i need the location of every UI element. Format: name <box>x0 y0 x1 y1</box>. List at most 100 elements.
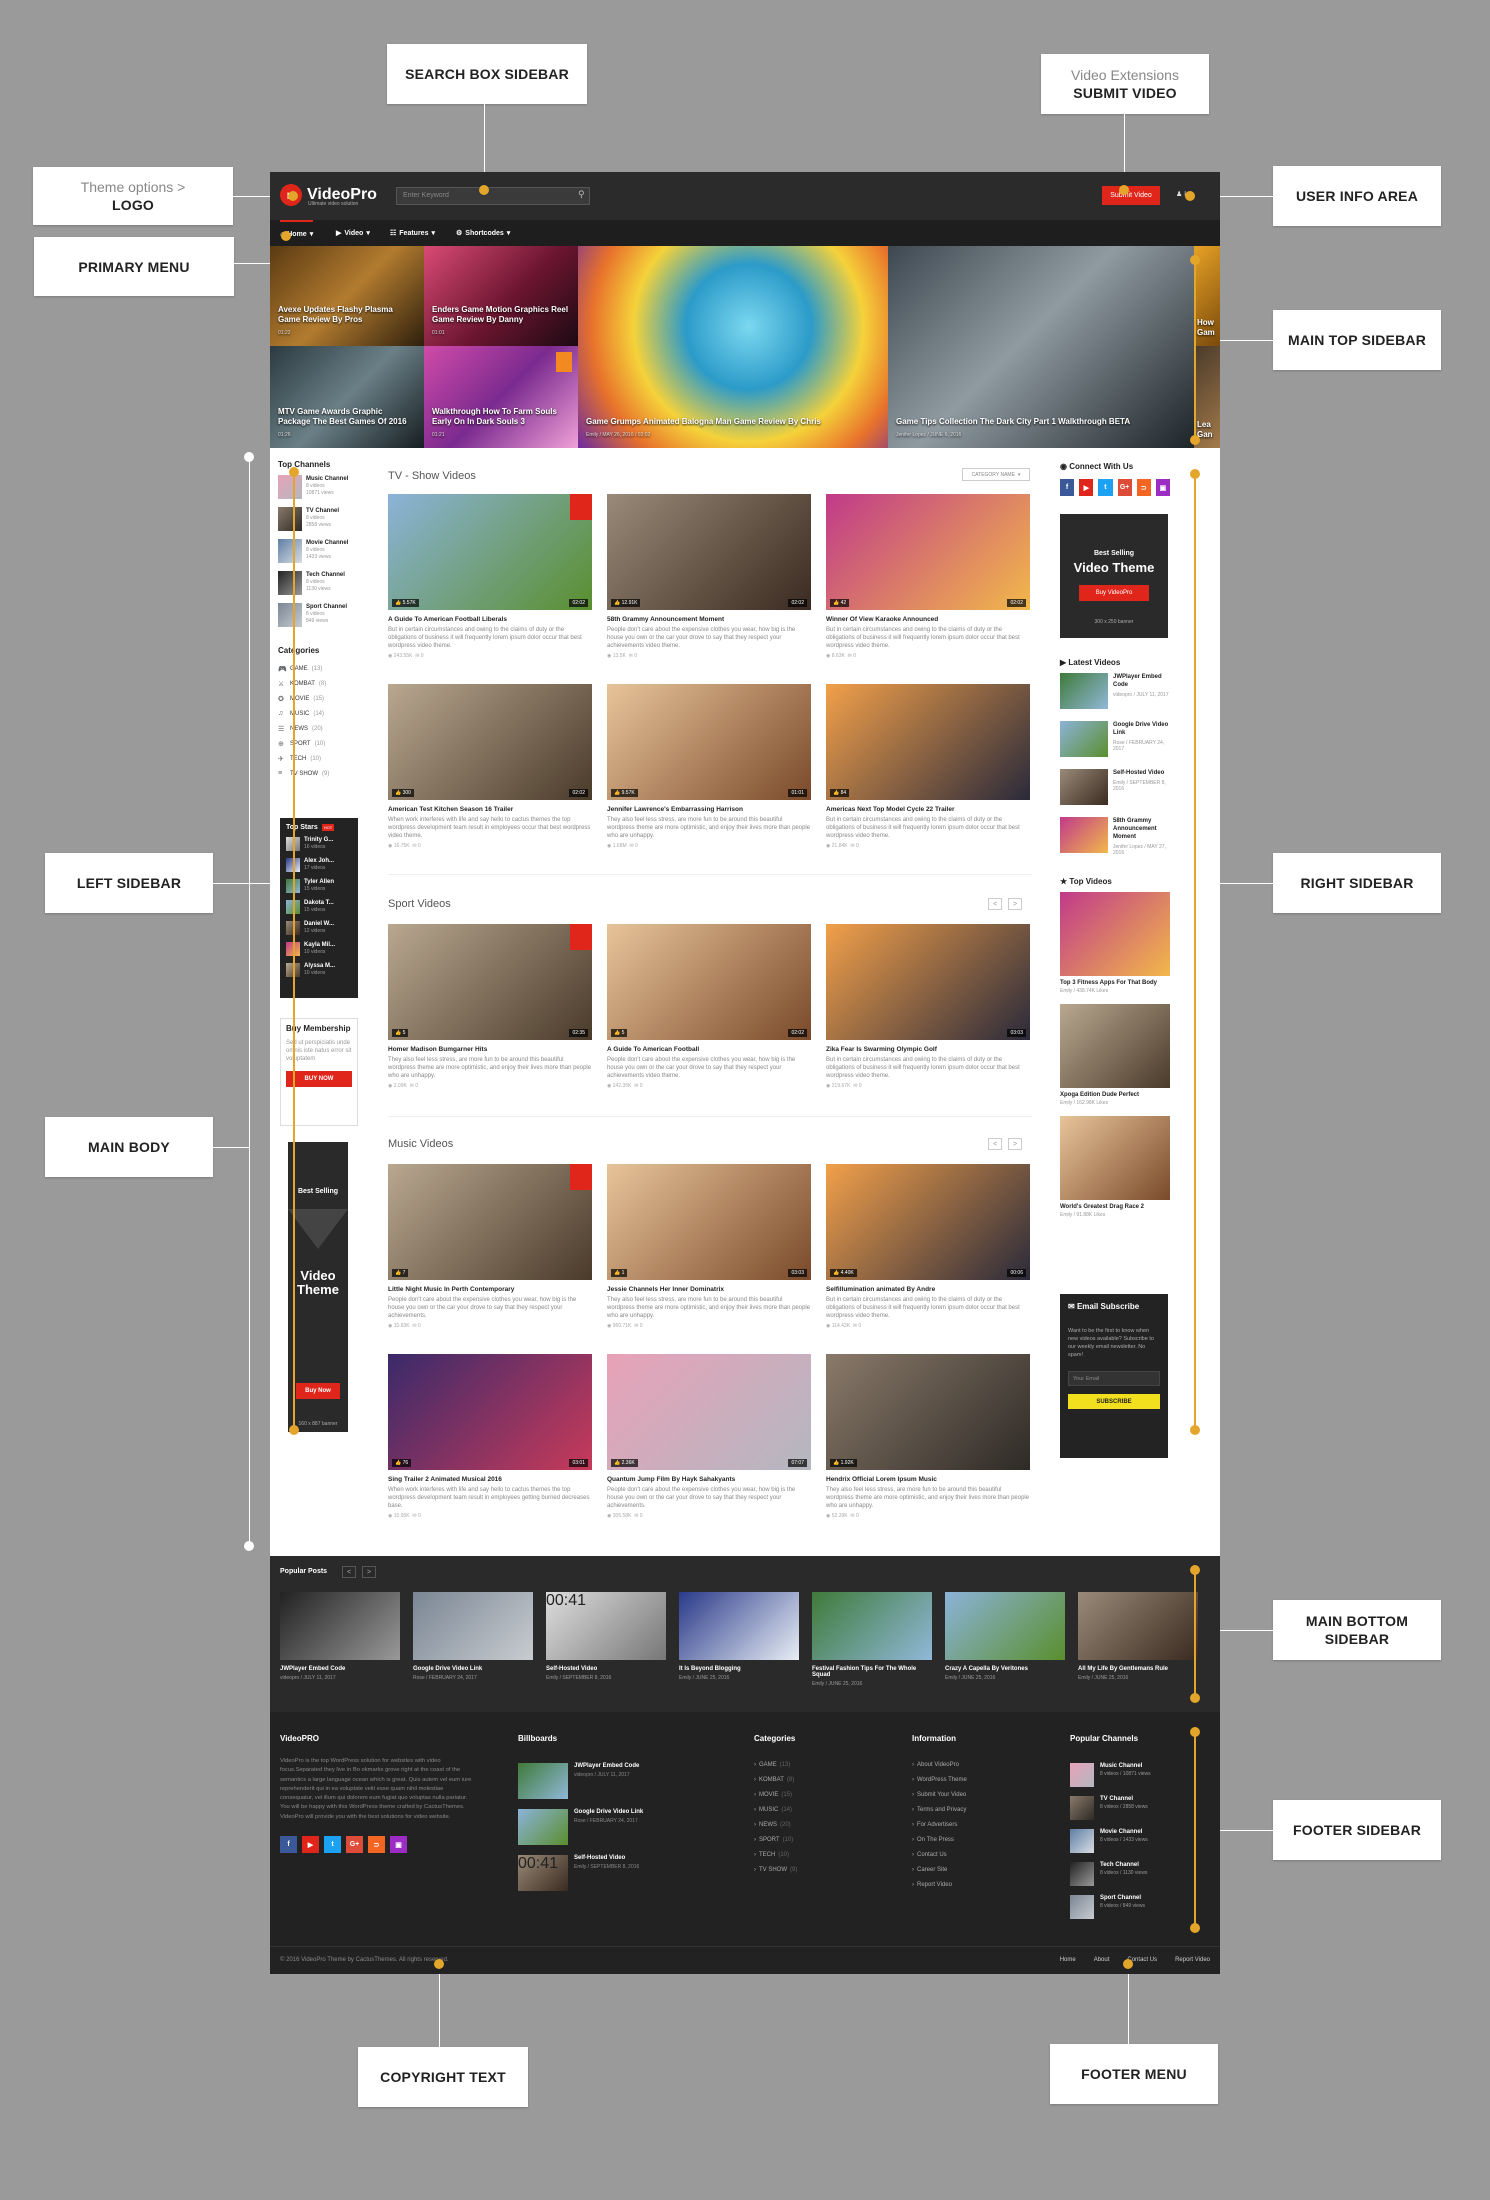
video-title[interactable]: American Test Kitchen Season 16 Trailer <box>388 806 592 813</box>
video-thumbnail[interactable]: 👍 12.91K 02:02 <box>607 494 811 610</box>
twitter-icon[interactable]: t <box>324 1836 341 1854</box>
channel-item[interactable]: Tech Channel 8 videos 1130 views <box>278 571 358 598</box>
hero-tile[interactable]: Game Tips Collection The Dark City Part … <box>888 246 1194 448</box>
hero-tile[interactable]: Enders Game Motion Graphics Reel Game Re… <box>424 246 578 346</box>
footer-info-link[interactable]: › Terms and Privacy <box>912 1802 1032 1817</box>
video-thumbnail[interactable]: 👍 76 03:01 <box>388 1354 592 1470</box>
twitter-icon[interactable]: t <box>1098 479 1113 496</box>
footer-info-link[interactable]: › Submit Your Video <box>912 1787 1032 1802</box>
video-thumbnail[interactable]: 👍 7 <box>388 1164 592 1280</box>
star-item[interactable]: Dakota T... 15 videos <box>286 900 352 920</box>
video-card[interactable]: 👍 4.40K 00:06 Selfillumination animated By… <box>826 1164 1030 1329</box>
video-thumbnail[interactable]: 👍 4.40K 00:06 <box>826 1164 1030 1280</box>
vertical-banner[interactable]: Best Selling Video Theme Buy Now 160 x 8… <box>288 1142 348 1432</box>
footer-info-link[interactable]: › Contact Us <box>912 1847 1032 1862</box>
footer-channel-item[interactable]: TV Channel 8 videos / 2858 views <box>1070 1796 1200 1829</box>
nav-shortcodes[interactable]: ⚙ Shortcodes ▾ <box>456 220 510 246</box>
video-card[interactable]: 👍 42 02:02 Winner Of View Karaoke Announce… <box>826 494 1030 659</box>
footer-info-link[interactable]: › For Advertisers <box>912 1817 1032 1832</box>
video-title[interactable]: Jennifer Lawrence's Embarrassing Harriso… <box>607 806 811 813</box>
footer-category-link[interactable]: › KOMBAT (8) <box>754 1772 874 1787</box>
channel-item[interactable]: Music Channel 8 videos 10871 views <box>278 475 358 502</box>
nav-features[interactable]: ☷ Features ▾ <box>390 220 435 246</box>
popular-post[interactable]: 00:41 Self-Hosted Video Emily / SEPTEMBER … <box>546 1592 666 1681</box>
footer-channel-item[interactable]: Tech Channel 8 videos / 1130 views <box>1070 1862 1200 1895</box>
next-button[interactable]: > <box>362 1566 376 1578</box>
top-video-item[interactable]: Top 3 Fitness Apps For That Body Emily / … <box>1060 892 1170 994</box>
top-video-item[interactable]: Xpoga Edition Dude Perfect Emily / 162.98… <box>1060 1004 1170 1106</box>
google-plus-icon[interactable]: G+ <box>346 1836 363 1854</box>
video-card[interactable]: 👍 84 Americas Next Top Model Cycle 22 Tra… <box>826 684 1030 849</box>
footer-channel-item[interactable]: Music Channel 8 videos / 10871 views <box>1070 1763 1200 1796</box>
video-card[interactable]: 👍 1 03:03 Jessie Channels Her Inner Domina… <box>607 1164 811 1329</box>
video-card[interactable]: 👍 7 Little Night Music In Perth Contempor… <box>388 1164 592 1329</box>
latest-video-item[interactable]: 58th Grammy Announcement Moment Jenifer L… <box>1060 817 1170 863</box>
category-item[interactable]: ⚔ KOMBAT (8) <box>278 676 358 691</box>
billboard-item[interactable]: JWPlayer Embed Code videopro / JULY 11, 2… <box>518 1763 688 1809</box>
footer-info-link[interactable]: › Career Site <box>912 1862 1032 1877</box>
latest-video-item[interactable]: Google Drive Video Link Rose / FEBRUARY 2… <box>1060 721 1170 767</box>
category-item[interactable]: ♫ MUSIC (14) <box>278 706 358 721</box>
popular-post[interactable]: JWPlayer Embed Code videopro / JULY 11, 2… <box>280 1592 400 1681</box>
youtube-icon[interactable]: ▶ <box>302 1836 319 1854</box>
category-item[interactable]: ⊕ SPORT (10) <box>278 736 358 751</box>
channel-item[interactable]: Movie Channel 8 videos 1433 views <box>278 539 358 566</box>
hero-tile[interactable]: Game Grumps Animated Balogna Man Game Re… <box>578 246 888 448</box>
footer-menu-item[interactable]: About <box>1094 1957 1110 1963</box>
youtube-icon[interactable]: ▶ <box>1079 479 1094 496</box>
video-title[interactable]: Selfillumination animated By Andre <box>826 1286 1030 1293</box>
billboard-item[interactable]: 00:41 Self-Hosted Video Emily / SEPTEMBER … <box>518 1855 688 1901</box>
video-card[interactable]: 👍 1.92K Hendrix Official Lorem Ipsum Musi… <box>826 1354 1030 1519</box>
category-item[interactable]: ≡ TV SHOW (9) <box>278 766 358 781</box>
video-card[interactable]: 👍 2.36K 07:07 Quantum Jump Film By Hayk Sa… <box>607 1354 811 1519</box>
popular-post[interactable]: Google Drive Video Link Rose / FEBRUARY 2… <box>413 1592 533 1681</box>
hero-tile[interactable]: MTV Game Awards Graphic Package The Best… <box>270 346 424 448</box>
category-item[interactable]: ✈ TECH (10) <box>278 751 358 766</box>
footer-category-link[interactable]: › NEWS (20) <box>754 1817 874 1832</box>
search-icon[interactable]: ⚲ <box>578 189 585 200</box>
prev-button[interactable]: < <box>342 1566 356 1578</box>
star-item[interactable]: Daniel W... 12 videos <box>286 921 352 941</box>
video-title[interactable]: Hendrix Official Lorem Ipsum Music <box>826 1476 1030 1483</box>
top-video-item[interactable]: World's Greatest Drag Race 2 Emily / 91.8… <box>1060 1116 1170 1218</box>
video-title[interactable]: Americas Next Top Model Cycle 22 Trailer <box>826 806 1030 813</box>
video-title[interactable]: Little Night Music In Perth Contemporary <box>388 1286 592 1293</box>
footer-info-link[interactable]: › On The Press <box>912 1832 1032 1847</box>
latest-video-item[interactable]: Self-Hosted Video Emily / SEPTEMBER 8, 20… <box>1060 769 1170 815</box>
twitch-icon[interactable]: ▣ <box>1155 479 1171 496</box>
video-card[interactable]: 👍 5 02:35 Homer Madison Bumgarner Hits They… <box>388 924 592 1089</box>
billboard-item[interactable]: Google Drive Video Link Rose / FEBRUARY 2… <box>518 1809 688 1855</box>
video-card[interactable]: 03:03 Zika Fear Is Swarming Olympic Golf B… <box>826 924 1030 1089</box>
video-card[interactable]: 👍 5.57K 02:02 A Guide To American Football… <box>388 494 592 659</box>
banner-buy-button[interactable]: Buy Now <box>296 1383 340 1399</box>
footer-menu-item[interactable]: Report Video <box>1175 1957 1210 1963</box>
buy-videopro-button[interactable]: Buy VideoPro <box>1079 585 1149 601</box>
video-thumbnail[interactable]: 👍 2.36K 07:07 <box>607 1354 811 1470</box>
prev-button[interactable]: < <box>988 1138 1002 1150</box>
footer-info-link[interactable]: › WordPress Theme <box>912 1772 1032 1787</box>
google-plus-icon[interactable]: G+ <box>1117 479 1132 496</box>
video-card[interactable]: 👍 5 02:02 A Guide To American Football Peop… <box>607 924 811 1089</box>
star-item[interactable]: Trinity G... 16 videos <box>286 837 352 857</box>
footer-channel-item[interactable]: Sport Channel 8 videos / 849 views <box>1070 1895 1200 1928</box>
category-filter-select[interactable]: CATEGORY NAME ▾ <box>962 468 1030 481</box>
video-title[interactable]: Sing Trailer 2 Animated Musical 2016 <box>388 1476 592 1483</box>
footer-channel-item[interactable]: Movie Channel 8 videos / 1433 views <box>1070 1829 1200 1862</box>
footer-category-link[interactable]: › GAME (13) <box>754 1757 874 1772</box>
star-item[interactable]: Tyler Allen 15 videos <box>286 879 352 899</box>
star-item[interactable]: Alyssa M... 10 videos <box>286 963 352 983</box>
video-thumbnail[interactable]: 👍 5.57K 02:02 <box>388 494 592 610</box>
submit-video-button[interactable]: Submit Video <box>1102 186 1160 205</box>
video-title[interactable]: A Guide To American Football <box>607 1046 811 1053</box>
channel-item[interactable]: TV Channel 8 videos 2858 views <box>278 507 358 534</box>
footer-info-link[interactable]: › Report Video <box>912 1877 1032 1892</box>
popular-post[interactable]: It Is Beyond Blogging Emily / JUNE 25, 20… <box>679 1592 799 1681</box>
search-input[interactable]: Enter Keyword <box>396 187 590 205</box>
video-thumbnail[interactable]: 👍 1.92K <box>826 1354 1030 1470</box>
star-item[interactable]: Alex Joh... 17 videos <box>286 858 352 878</box>
popular-post[interactable]: Festival Fashion Tips For The Whole Squa… <box>812 1592 932 1687</box>
video-title[interactable]: Zika Fear Is Swarming Olympic Golf <box>826 1046 1030 1053</box>
rss-icon[interactable]: ⊃ <box>1136 479 1151 496</box>
video-title[interactable]: A Guide To American Football Liberals <box>388 616 592 623</box>
video-card[interactable]: 👍 76 03:01 Sing Trailer 2 Animated Musical… <box>388 1354 592 1519</box>
